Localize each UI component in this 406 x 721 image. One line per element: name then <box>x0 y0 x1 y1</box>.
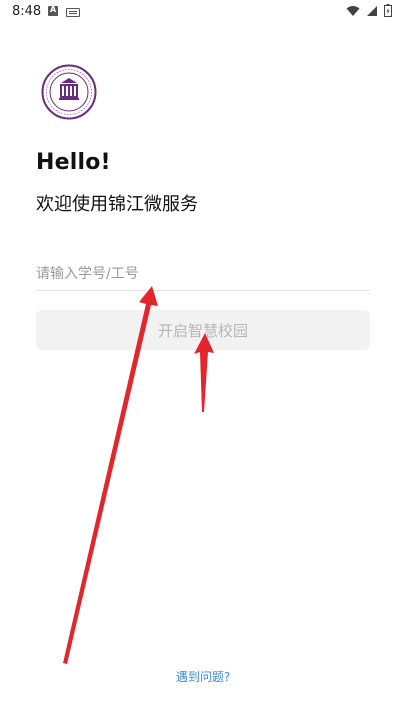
start-smart-campus-button[interactable]: 开启智慧校园 <box>36 310 370 350</box>
help-link[interactable]: 遇到问题? <box>0 668 406 685</box>
status-bar: 8:48 <box>0 0 406 26</box>
battery-icon <box>384 4 392 17</box>
status-time: 8:48 <box>12 4 42 19</box>
keyboard-icon <box>66 8 80 17</box>
status-icons <box>346 4 392 17</box>
notification-a-icon <box>48 5 58 16</box>
school-logo-icon <box>41 64 97 120</box>
wifi-icon <box>346 5 360 16</box>
signal-icon <box>367 5 377 16</box>
welcome-subtitle: 欢迎使用锦江微服务 <box>36 194 198 215</box>
hello-title: Hello! <box>36 150 111 175</box>
student-id-input[interactable] <box>36 258 370 291</box>
